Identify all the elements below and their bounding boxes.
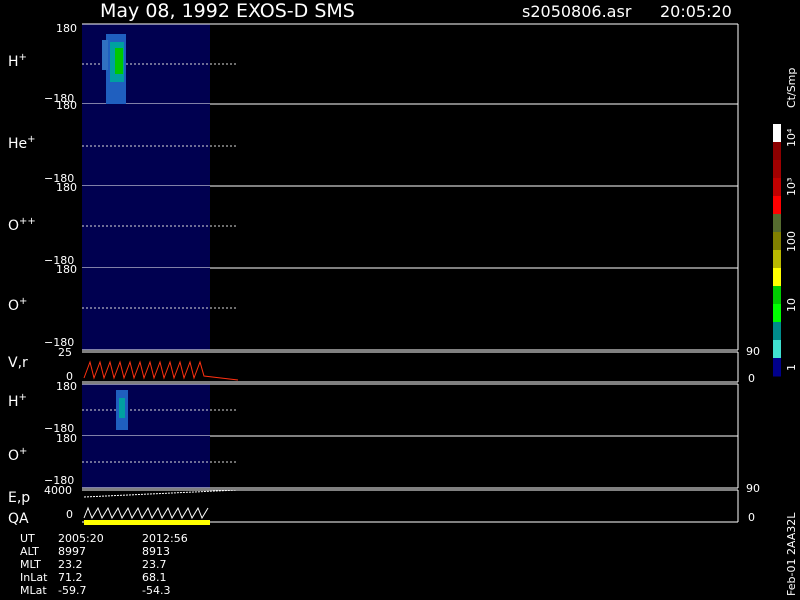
panel-o-plus-plus-ytick-top: 180 <box>56 181 77 194</box>
plot-time: 20:05:20 <box>660 2 732 21</box>
colorbar-swatch <box>773 142 781 161</box>
stat-value-1: -59.7 <box>58 584 86 597</box>
panel-o-plus-2: O+ −180 <box>8 436 739 489</box>
panel-vr-right-tick-bottom: 0 <box>748 372 755 385</box>
panel-vr-right-tick-top: 90 <box>746 345 760 358</box>
panel-h-plus-2-ytick-top: 180 <box>56 380 77 393</box>
stat-value-2: 8913 <box>142 545 170 558</box>
colorbar-swatch <box>773 124 781 143</box>
colorbar-unit-label: Ct/Smp <box>785 68 798 108</box>
stat-label: MLat <box>20 584 47 597</box>
stat-label: ALT <box>20 545 39 558</box>
colorbar-tick-10: 10 <box>785 298 798 312</box>
panel-o-plus-ytick-top: 180 <box>56 263 77 276</box>
stat-value-2: -54.3 <box>142 584 170 597</box>
panel-h-plus-2: H+ 180 −180 180 <box>8 380 739 445</box>
panel-o-plus-plus-bg <box>82 186 210 268</box>
colorbar-tick-1: 1 <box>785 364 798 371</box>
ep-trace <box>83 489 239 498</box>
colorbar-swatch <box>773 250 781 269</box>
panel-he-plus-ytick-top: 180 <box>56 99 77 112</box>
panel-o-plus: O+ −180 <box>8 268 739 351</box>
panel-he-plus: He+ −180 180 <box>8 104 739 194</box>
panel-ep-label: E,p <box>8 490 30 506</box>
panel-vr-label: V,r <box>8 355 28 371</box>
vr-trace <box>83 360 239 381</box>
colorbar-swatch <box>773 178 781 197</box>
colorbar-swatch <box>773 196 781 215</box>
panel-o-plus-2-label: O+ <box>8 446 27 464</box>
panel-h-plus-label: H+ <box>8 52 27 70</box>
stat-label: MLT <box>20 558 41 571</box>
panel-ep-ytick-top: 4000 <box>44 484 72 497</box>
sms-plot: May 08, 1992 EXOS-D SMS s2050806.asr 20:… <box>8 0 798 597</box>
stat-label: UT <box>20 532 35 545</box>
panel-qa-right-tick-bottom: 0 <box>748 511 755 524</box>
stat-value-2: 23.7 <box>142 558 167 571</box>
panel-vr-ytick-top: 25 <box>58 346 72 359</box>
colorbar-swatch <box>773 286 781 305</box>
panel-o-plus-bg <box>82 268 210 350</box>
stat-label: InLat <box>20 571 48 584</box>
footer-stats: UT 2005:20 2012:56 ALT 8997 8913 MLT 23.2 23.7 In… <box>20 532 188 597</box>
panel-ep-right-tick-top: 90 <box>746 482 760 495</box>
stat-value-2: 2012:56 <box>142 532 188 545</box>
panel-o-plus-2-ytick-top: 180 <box>56 432 77 445</box>
qa-bar <box>84 520 210 525</box>
stat-value-1: 8997 <box>58 545 86 558</box>
colorbar-swatch <box>773 268 781 287</box>
panel-h-plus-2-label: H+ <box>8 392 27 410</box>
colorbar-tick-100: 100 <box>785 231 798 252</box>
panel-o-plus-plus-label: O++ <box>8 216 36 234</box>
colorbar-swatch <box>773 358 781 377</box>
panel-o-plus-plus: O++ −180 180 <box>8 186 739 276</box>
stat-value-1: 2005:20 <box>58 532 104 545</box>
qa-trace <box>83 506 209 520</box>
plot-title: May 08, 1992 EXOS-D SMS <box>100 0 355 22</box>
colorbar-swatch <box>773 304 781 323</box>
panel-h-plus-ytick-top: 180 <box>56 22 77 35</box>
h-plus-cell-peak <box>115 48 123 74</box>
panel-qa-ytick-bottom: 0 <box>66 508 73 521</box>
panel-he-plus-bg <box>82 104 210 186</box>
colorbar-swatch <box>773 160 781 179</box>
colorbar-swatch <box>773 340 781 359</box>
stat-value-1: 23.2 <box>58 558 83 571</box>
panel-qa-label: QA <box>8 511 29 527</box>
colorbar-tick-10000: 10⁴ <box>785 128 798 147</box>
colorbar-swatch <box>773 322 781 341</box>
file-name: s2050806.asr <box>522 2 632 21</box>
h-plus-cell-edge <box>102 40 108 70</box>
panel-o-plus-label: O+ <box>8 296 27 314</box>
panel-he-plus-label: He+ <box>8 134 36 152</box>
colorbar-tick-1000: 10³ <box>785 178 798 196</box>
panel-vr: V,r 25 0 90 0 <box>8 345 760 385</box>
h-plus-2-cell-core <box>119 398 125 418</box>
footer-side-label: Feb-01 2AA32L <box>785 512 798 596</box>
colorbar-swatch <box>773 232 781 251</box>
panel-h-plus: H+ 180 −180 180 <box>8 22 739 112</box>
stat-value-1: 71.2 <box>58 571 83 584</box>
panel-ep-qa: E,p QA 4000 0 90 0 <box>8 482 760 527</box>
colorbar <box>773 124 781 377</box>
stat-value-2: 68.1 <box>142 571 167 584</box>
colorbar-swatch <box>773 214 781 233</box>
